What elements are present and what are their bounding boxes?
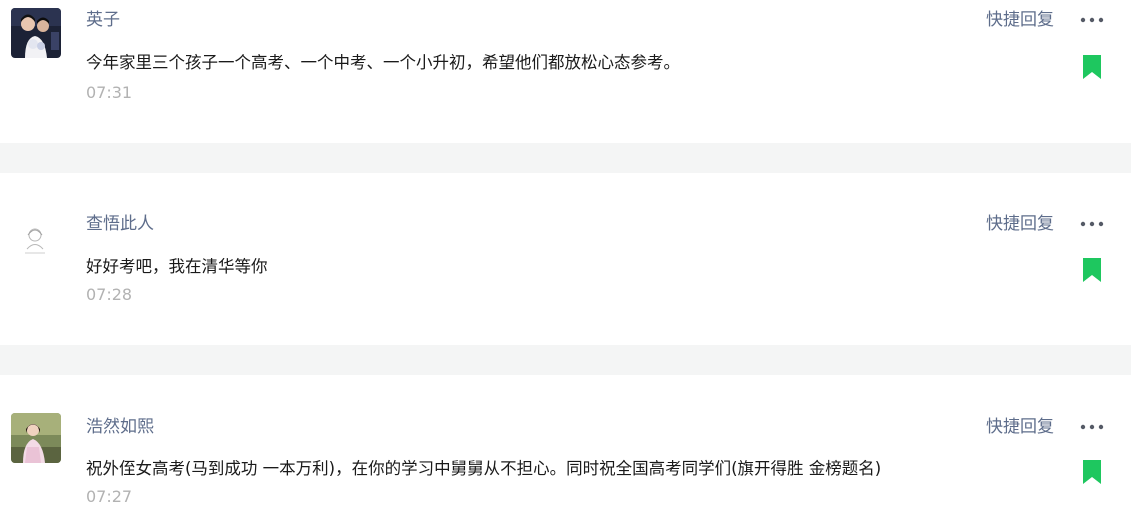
comment-item: 浩然如熙 祝外侄女高考(马到成功 一本万利)，在你的学习中舅舅从不担心。同时祝全… xyxy=(0,375,1131,519)
avatar[interactable] xyxy=(11,413,61,463)
more-horizontal-icon[interactable] xyxy=(1080,221,1104,227)
quick-reply-button[interactable]: 快捷回复 xyxy=(986,9,1054,31)
more-horizontal-icon[interactable] xyxy=(1080,17,1104,23)
comment-text: 好好考吧，我在清华等你 xyxy=(86,257,268,276)
timestamp: 07:27 xyxy=(86,487,133,506)
username[interactable]: 英子 xyxy=(86,9,120,31)
timestamp: 07:31 xyxy=(86,83,133,102)
username[interactable]: 查悟此人 xyxy=(86,213,154,235)
avatar[interactable] xyxy=(11,213,61,263)
quick-reply-button[interactable]: 快捷回复 xyxy=(986,213,1054,235)
quick-reply-button[interactable]: 快捷回复 xyxy=(986,416,1054,438)
avatar[interactable] xyxy=(11,8,61,58)
bookmark-icon[interactable] xyxy=(1083,55,1101,79)
timestamp: 07:28 xyxy=(86,285,133,304)
separator xyxy=(0,345,1131,375)
comment-item: 查悟此人 好好考吧，我在清华等你 07:28 快捷回复 xyxy=(0,173,1131,345)
comment-item: 英子 今年家里三个孩子一个高考、一个中考、一个小升初，希望他们都放松心态参考。 … xyxy=(0,0,1131,143)
separator xyxy=(0,143,1131,173)
comment-text: 祝外侄女高考(马到成功 一本万利)，在你的学习中舅舅从不担心。同时祝全国高考同学… xyxy=(86,459,882,478)
more-horizontal-icon[interactable] xyxy=(1080,424,1104,430)
comment-feed: 英子 今年家里三个孩子一个高考、一个中考、一个小升初，希望他们都放松心态参考。 … xyxy=(0,0,1131,519)
bookmark-icon[interactable] xyxy=(1083,460,1101,484)
username[interactable]: 浩然如熙 xyxy=(86,416,154,438)
comment-text: 今年家里三个孩子一个高考、一个中考、一个小升初，希望他们都放松心态参考。 xyxy=(86,53,680,72)
bookmark-icon[interactable] xyxy=(1083,258,1101,282)
